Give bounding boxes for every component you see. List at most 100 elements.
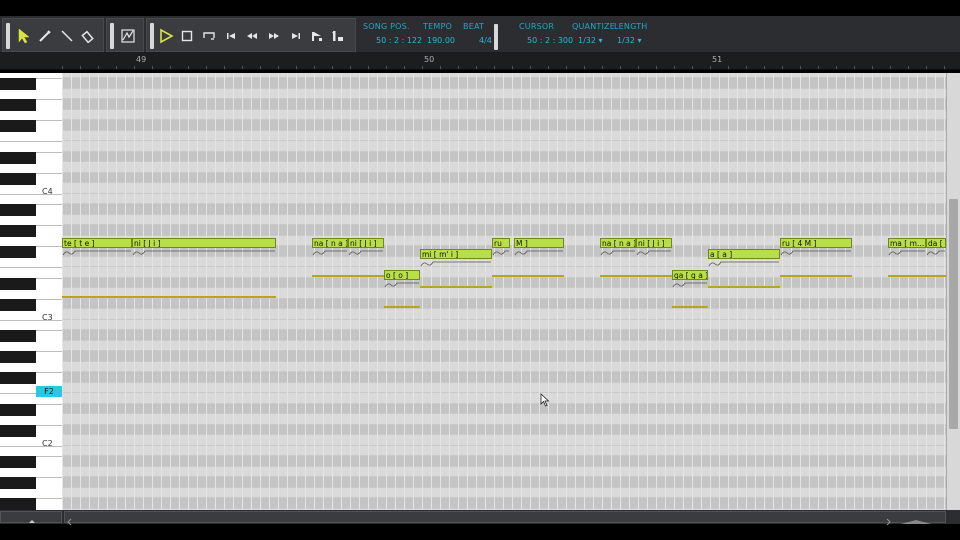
black-key[interactable] <box>0 298 36 311</box>
black-key[interactable] <box>0 498 36 510</box>
black-key[interactable] <box>0 120 36 133</box>
keyboard-scroll-button[interactable] <box>0 511 62 523</box>
note-dynamics-bar[interactable] <box>708 286 780 288</box>
line-tool-icon[interactable] <box>58 25 76 47</box>
grid-line <box>773 73 774 510</box>
horizontal-scrollbar[interactable] <box>64 511 946 526</box>
go-to-end-icon[interactable] <box>287 25 305 47</box>
pitch-curve[interactable] <box>600 249 636 259</box>
note-block[interactable]: ru <box>492 238 510 248</box>
note-dynamics-bar[interactable] <box>780 275 852 277</box>
pitch-curve[interactable] <box>780 249 852 259</box>
loop-icon[interactable] <box>200 25 218 47</box>
vertical-scrollbar[interactable] <box>946 73 960 510</box>
piano-keyboard[interactable]: C4 C3 C2 F2 <box>0 73 62 510</box>
pitch-curve[interactable] <box>672 281 708 291</box>
note-block[interactable]: ni [ J i ] <box>636 238 672 248</box>
note-dynamics-bar[interactable] <box>62 296 276 298</box>
note-grid[interactable]: te [ t e ] ni [ J i ] na [ n a ] ni [ J i ]… <box>62 73 946 510</box>
pitch-curve[interactable] <box>348 249 384 259</box>
grid-line <box>557 73 558 510</box>
pitch-curve[interactable] <box>420 260 492 270</box>
pitch-curve[interactable] <box>62 249 132 259</box>
note-block[interactable]: o [ o ] <box>384 269 420 280</box>
black-key[interactable] <box>0 351 36 364</box>
black-key[interactable] <box>0 225 36 238</box>
toolbar-grip[interactable] <box>110 23 114 49</box>
note-dynamics-bar[interactable] <box>384 306 420 308</box>
note-block[interactable]: M ] <box>514 238 564 248</box>
note-block[interactable]: da [ d… <box>926 238 946 248</box>
pitch-curve[interactable] <box>514 249 564 259</box>
black-key[interactable] <box>0 78 36 91</box>
black-key[interactable] <box>0 99 36 112</box>
beat-value[interactable]: 4/4 <box>479 36 492 45</box>
black-key[interactable] <box>0 330 36 343</box>
stop-icon[interactable] <box>178 25 196 47</box>
auto-scroll-icon[interactable] <box>308 25 326 47</box>
note-dynamics-bar[interactable] <box>672 306 708 308</box>
rewind-icon[interactable] <box>243 25 261 47</box>
pitch-curve[interactable] <box>132 249 276 259</box>
grid-row <box>62 424 946 436</box>
vibrato-editor-icon[interactable] <box>119 25 137 47</box>
black-key[interactable] <box>0 477 36 490</box>
vertical-scroll-thumb[interactable] <box>949 199 958 429</box>
note-block[interactable]: ni [ J i ] <box>348 238 384 248</box>
black-key[interactable] <box>0 151 36 164</box>
note-dynamics-bar[interactable] <box>888 275 946 277</box>
play-icon[interactable] <box>157 25 175 47</box>
note-block[interactable]: ma [ m… <box>888 238 926 248</box>
black-key[interactable] <box>0 246 36 259</box>
pitch-curve[interactable] <box>636 249 672 259</box>
black-key[interactable] <box>0 424 36 437</box>
black-key[interactable] <box>0 372 36 385</box>
highlighted-key-f2: F2 <box>36 386 62 397</box>
note-dynamics-bar[interactable] <box>312 275 384 277</box>
toolbar-grip[interactable] <box>6 23 10 49</box>
grid-line <box>359 73 360 510</box>
grid-row <box>62 277 946 289</box>
note-dynamics-bar[interactable] <box>600 275 672 277</box>
quantize-select[interactable]: 1/32 ▾ <box>578 36 603 45</box>
grid-line <box>719 73 720 510</box>
go-to-start-icon[interactable] <box>222 25 240 47</box>
black-key[interactable] <box>0 403 36 416</box>
grid-line <box>314 73 315 510</box>
pencil-tool-icon[interactable] <box>36 25 54 47</box>
black-key[interactable] <box>0 172 36 185</box>
pitch-curve[interactable] <box>708 260 780 270</box>
ruler-tick <box>224 66 225 69</box>
grid-line <box>251 73 252 510</box>
measure-ruler[interactable]: 49 50 51 <box>0 53 960 70</box>
eraser-tool-icon[interactable] <box>79 25 97 47</box>
pitch-curve[interactable] <box>492 249 510 259</box>
note-block[interactable]: a [ a ] <box>708 248 780 259</box>
grid-line <box>611 73 612 510</box>
tempo-value[interactable]: 190.00 <box>427 36 455 45</box>
note-block[interactable]: na [ n a ] <box>600 238 636 248</box>
pitch-curve[interactable] <box>888 249 926 259</box>
pitch-curve[interactable] <box>312 249 348 259</box>
note-block[interactable]: ru [ 4 M ] <box>780 238 852 248</box>
sync-icon[interactable] <box>329 25 347 47</box>
note-dynamics-bar[interactable] <box>492 275 564 277</box>
toolbar-grip[interactable] <box>494 24 498 50</box>
grid-row <box>62 214 946 226</box>
toolbar-grip[interactable] <box>150 23 154 49</box>
black-key[interactable] <box>0 456 36 469</box>
note-block[interactable]: na [ n a ] <box>312 238 348 248</box>
note-block[interactable]: te [ t e ] <box>62 238 132 248</box>
select-tool-icon[interactable] <box>15 25 33 47</box>
black-key[interactable] <box>0 277 36 290</box>
length-select[interactable]: 1/32 ▾ <box>617 36 642 45</box>
fast-forward-icon[interactable] <box>265 25 283 47</box>
black-key[interactable] <box>0 204 36 217</box>
pitch-curve[interactable] <box>926 249 946 259</box>
note-block[interactable]: mi [ m' i ] <box>420 248 492 259</box>
note-block[interactable]: ga [ g a ] <box>672 269 708 280</box>
note-block[interactable]: ni [ J i ] <box>132 238 276 248</box>
note-dynamics-bar[interactable] <box>420 286 492 288</box>
grid-line <box>422 73 423 510</box>
pitch-curve[interactable] <box>384 281 420 291</box>
